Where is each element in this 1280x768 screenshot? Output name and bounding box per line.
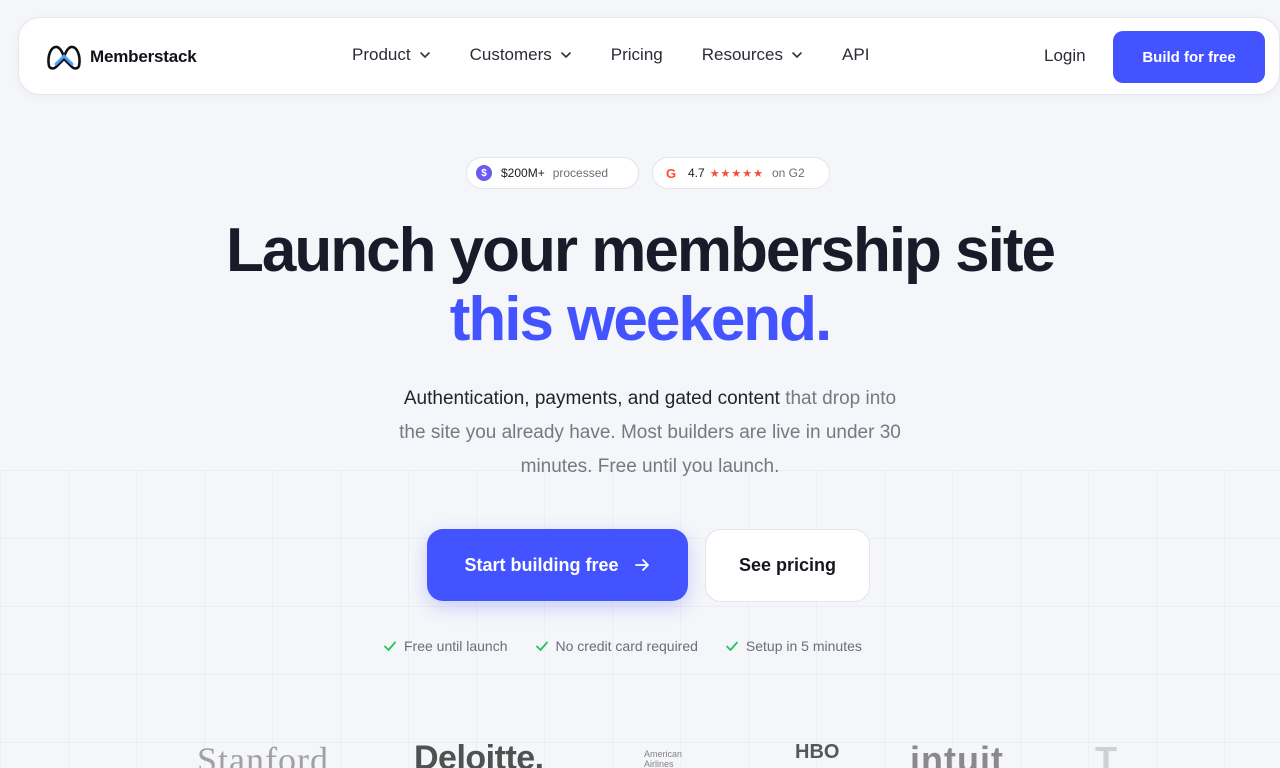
nav-product-label: Product [352, 45, 411, 64]
logo[interactable]: Memberstack [45, 42, 197, 72]
logo-text: Memberstack [90, 47, 197, 66]
nav-product[interactable]: Product [352, 45, 431, 65]
chevron-down-icon [419, 52, 430, 59]
nav-links: Product Customers Pricing Resources API [352, 45, 908, 65]
check-label: Setup in 5 minutes [745, 638, 862, 654]
check-icon [535, 641, 548, 651]
intuit-logo: intuit [910, 739, 1004, 768]
check-label: Free until launch [404, 638, 508, 654]
see-pricing-button[interactable]: See pricing [705, 529, 870, 602]
hero-subtitle-strong: Authentication, payments, and gated cont… [403, 388, 780, 409]
feature-checks: Free until launch No credit card require… [383, 638, 889, 654]
g2-icon: G [662, 164, 680, 182]
top-nav: Memberstack Product Customers Pricing Re… [18, 17, 1280, 95]
stanford-logo: Stanford [197, 740, 329, 768]
check-item: No credit card required [535, 638, 698, 654]
rating-label: on G2 [772, 166, 805, 180]
hbo-max-line1: HBO [795, 741, 840, 763]
nav-customers-label: Customers [469, 45, 552, 64]
arrow-right-icon [634, 559, 649, 571]
chevron-down-icon [792, 52, 802, 59]
hero-subtitle: Authentication, payments, and gated cont… [390, 382, 910, 484]
nav-api[interactable]: API [842, 45, 869, 65]
memberstack-logo-icon [47, 45, 81, 70]
build-for-free-button[interactable]: Build for free [1113, 31, 1265, 83]
login-link[interactable]: Login [1044, 46, 1086, 66]
hero-title: Launch your membership site [226, 216, 1056, 285]
star-rating-icon: ★★★★★ [709, 167, 764, 180]
check-item: Free until launch [383, 638, 508, 654]
check-item: Setup in 5 minutes [725, 638, 862, 654]
processed-badge: $ $200M+ processed [466, 157, 639, 189]
grid-background [0, 470, 1280, 768]
nav-pricing-label: Pricing [610, 45, 663, 64]
nav-customers[interactable]: Customers [470, 45, 572, 65]
check-icon [384, 641, 396, 651]
deloitte-logo: Deloitte. [414, 739, 544, 768]
dollar-icon: $ [476, 165, 492, 181]
nav-api-label: API [842, 45, 870, 64]
hbo-max-logo: HBOmax [795, 741, 839, 768]
partial-logo: T [1095, 739, 1117, 768]
american-airlines-line1: American [644, 749, 683, 759]
nav-pricing[interactable]: Pricing [611, 45, 663, 65]
rating-value: 4.7 [688, 166, 705, 180]
nav-resources[interactable]: Resources [702, 45, 803, 65]
customer-logos: Stanford Deloitte. AmericanAirlines HBOm… [0, 735, 1280, 768]
processed-value: $200M+ [501, 166, 545, 180]
chevron-down-icon [560, 52, 571, 59]
american-airlines-line2: Airlines [644, 759, 674, 768]
start-building-free-button[interactable]: Start building free [427, 529, 688, 601]
hero-title-accent: this weekend. [449, 285, 833, 354]
nav-resources-label: Resources [701, 45, 784, 64]
hbo-max-line2: max [795, 763, 835, 768]
check-icon [726, 641, 738, 651]
american-airlines-logo: American Airlines [644, 749, 682, 768]
check-label: No credit card required [555, 638, 698, 654]
rating-badge: G 4.7 ★★★★★ on G2 [652, 157, 830, 189]
processed-label: processed [552, 166, 609, 180]
start-building-free-label: Start building free [464, 554, 619, 575]
